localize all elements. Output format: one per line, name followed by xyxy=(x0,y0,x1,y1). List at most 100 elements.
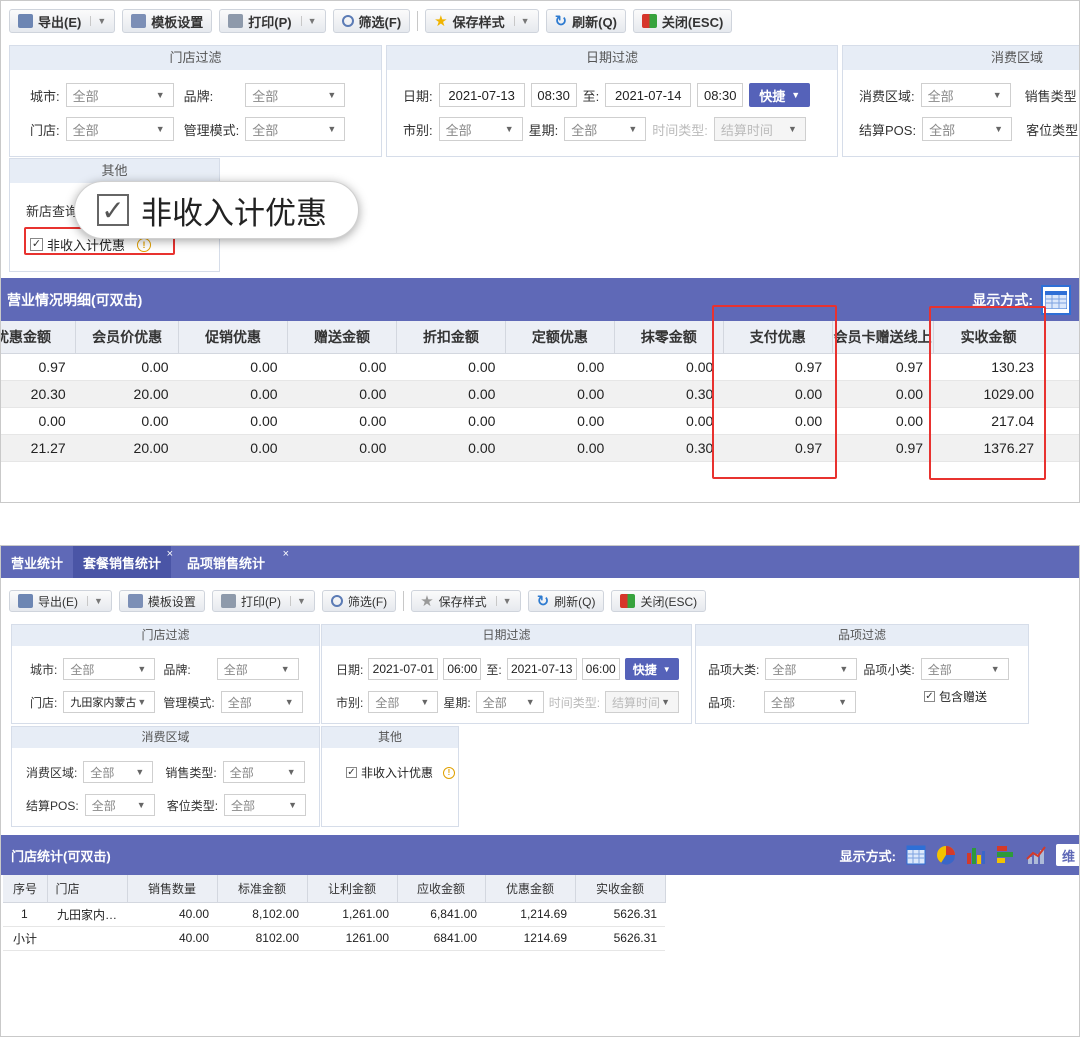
cell: 40.00 xyxy=(127,902,217,927)
time-from-input[interactable]: 06:00 xyxy=(443,658,482,680)
line-chart-icon[interactable] xyxy=(1026,845,1046,865)
consume-area-select[interactable]: 全部 ▼ xyxy=(83,761,154,783)
close-icon[interactable]: × xyxy=(283,548,289,560)
close-button[interactable]: 关闭(ESC) xyxy=(611,590,707,612)
time-to-input[interactable]: 06:00 xyxy=(581,658,620,680)
filter-button[interactable]: 筛选(F) xyxy=(321,590,397,612)
date-from-input[interactable]: 2021-07-13 xyxy=(438,83,525,107)
dimension-button[interactable]: 维 xyxy=(1055,844,1079,866)
column-header[interactable]: 会员卡赠送线上 xyxy=(832,321,934,354)
market-label: 市别: xyxy=(403,122,433,138)
export-button[interactable]: 导出(E) ▼ xyxy=(9,590,112,612)
chevron-down-icon[interactable]: ▼ xyxy=(87,596,103,606)
management-mode-select[interactable]: 全部 ▼ xyxy=(220,691,303,713)
column-header[interactable]: 优惠金额 xyxy=(485,875,576,903)
tab-item-sales-stats[interactable]: 品项销售统计 × xyxy=(177,546,289,578)
time-type-select[interactable]: 结算时间 ▼ xyxy=(605,691,680,713)
horizontal-bar-chart-icon[interactable] xyxy=(996,845,1016,865)
column-header[interactable]: 抹零金额 xyxy=(614,321,724,354)
column-header[interactable]: 让利金额 xyxy=(307,875,398,903)
table-row[interactable]: 20.30 20.00 0.00 0.00 0.00 0.00 0.30 0.00 0.00 10… xyxy=(1,380,1079,408)
cell: 0.00 xyxy=(75,407,179,435)
table-row[interactable]: 0.97 0.00 0.00 0.00 0.00 0.00 0.00 0.97 0.97 130.… xyxy=(1,353,1079,381)
bar-chart-icon[interactable] xyxy=(966,845,986,865)
filter-button[interactable]: 筛选(F) xyxy=(332,9,411,33)
column-header[interactable]: 门店 xyxy=(47,875,128,903)
item-category-select[interactable]: 全部 ▼ xyxy=(765,658,858,680)
quick-date-button[interactable]: 快捷 ▼ xyxy=(749,83,811,107)
non-income-discount-checkbox[interactable]: ✓ 非收入计优惠 xyxy=(346,764,433,781)
cell: 0.00 xyxy=(178,353,288,381)
weekday-select[interactable]: 全部 ▼ xyxy=(475,691,544,713)
chevron-down-icon[interactable]: ▼ xyxy=(495,596,512,606)
column-header[interactable]: 会员价优惠 xyxy=(75,321,180,354)
tab-bar: 营业统计 套餐销售统计 × 品项销售统计 × xyxy=(1,546,1079,578)
pie-chart-icon[interactable] xyxy=(936,845,956,865)
tab-package-sales-stats[interactable]: 套餐销售统计 × xyxy=(73,546,173,578)
seat-type-select[interactable]: 全部 ▼ xyxy=(224,794,307,816)
print-button[interactable]: 打印(P) ▼ xyxy=(211,590,315,612)
table-row[interactable]: 21.27 20.00 0.00 0.00 0.00 0.00 0.30 0.97 0.97 13… xyxy=(1,434,1079,462)
market-select[interactable]: 全部 ▼ xyxy=(438,117,523,141)
table-view-icon[interactable] xyxy=(906,845,926,865)
refresh-button[interactable]: ↻ 刷新(Q) xyxy=(527,590,605,612)
item-select[interactable]: 全部 ▼ xyxy=(764,691,856,713)
market-select[interactable]: 全部 ▼ xyxy=(368,691,439,713)
chevron-down-icon: ▼ xyxy=(525,697,535,707)
column-header[interactable]: 销售数量 xyxy=(127,875,218,903)
column-header[interactable]: 序号 xyxy=(3,875,48,903)
close-button[interactable]: 关闭(ESC) xyxy=(632,9,733,33)
column-header[interactable]: 应收金额 xyxy=(397,875,486,903)
consume-area-label: 消费区域: xyxy=(26,765,78,780)
include-gift-checkbox[interactable]: ✓ 包含赠送 xyxy=(924,688,987,705)
brand-select[interactable]: 全部 ▼ xyxy=(216,658,299,680)
subtotal-row[interactable]: 小计 40.00 8102.00 1261.00 6841.00 1214.69… xyxy=(3,926,665,951)
city-select[interactable]: 全部 ▼ xyxy=(63,658,156,680)
column-header[interactable]: 定额优惠 xyxy=(505,321,615,354)
consume-area-select[interactable]: 全部 ▼ xyxy=(920,83,1011,107)
template-settings-button[interactable]: 模板设置 xyxy=(122,9,213,33)
date-to-input[interactable]: 2021-07-14 xyxy=(605,83,692,107)
weekday-select[interactable]: 全部 ▼ xyxy=(564,117,647,141)
chevron-down-icon[interactable]: ▼ xyxy=(289,596,306,606)
store-select[interactable]: 九田家内蒙古 ▼ xyxy=(63,691,156,713)
template-settings-button[interactable]: 模板设置 xyxy=(118,590,205,612)
info-icon[interactable]: ! xyxy=(443,766,456,779)
cell: 21.27 xyxy=(1,434,76,462)
column-header[interactable]: 促销优惠 xyxy=(178,321,289,354)
chevron-down-icon[interactable]: ▼ xyxy=(300,16,317,26)
settle-pos-select[interactable]: 全部 ▼ xyxy=(922,117,1013,141)
column-header[interactable]: 标准金额 xyxy=(217,875,308,903)
print-button[interactable]: 打印(P) ▼ xyxy=(219,9,326,33)
store-select[interactable]: 全部 ▼ xyxy=(65,117,174,141)
refresh-button[interactable]: ↻ 刷新(Q) xyxy=(545,9,626,33)
column-header[interactable]: 实收金额 xyxy=(575,875,666,903)
tab-business-stats[interactable]: 营业统计 xyxy=(1,546,73,578)
printer-icon xyxy=(220,594,236,608)
save-style-button[interactable]: ★ 保存样式 ▼ xyxy=(425,9,539,33)
time-from-input[interactable]: 08:30 xyxy=(530,83,577,107)
management-mode-select[interactable]: 全部 ▼ xyxy=(245,117,346,141)
date-to-input[interactable]: 2021-07-13 xyxy=(506,658,577,680)
close-icon[interactable]: × xyxy=(167,548,173,560)
grid-header-bar: 门店统计(可双击) 显示方式: 维 xyxy=(1,835,1079,875)
chevron-down-icon[interactable]: ▼ xyxy=(513,16,530,26)
quick-date-button[interactable]: 快捷 ▼ xyxy=(624,658,679,680)
table-row[interactable]: 0.00 0.00 0.00 0.00 0.00 0.00 0.00 0.00 0.00 217.… xyxy=(1,407,1079,435)
column-header[interactable]: 折扣金额 xyxy=(396,321,506,354)
settle-pos-select[interactable]: 全部 ▼ xyxy=(84,794,155,816)
item-subcategory-select[interactable]: 全部 ▼ xyxy=(920,658,1009,680)
time-type-select[interactable]: 结算时间 ▼ xyxy=(713,117,806,141)
sale-type-select[interactable]: 全部 ▼ xyxy=(222,761,305,783)
table-row[interactable]: 1 九田家内… 40.00 8,102.00 1,261.00 6,841.00… xyxy=(3,902,665,927)
save-style-button[interactable]: ★ 保存样式 ▼ xyxy=(411,590,521,612)
date-from-input[interactable]: 2021-07-01 xyxy=(368,658,439,680)
brand-select[interactable]: 全部 ▼ xyxy=(245,83,346,107)
column-header[interactable]: 优惠金额 xyxy=(1,321,77,354)
export-button[interactable]: 导出(E) ▼ xyxy=(9,9,116,33)
column-header[interactable]: 赠送金额 xyxy=(287,321,397,354)
chevron-down-icon[interactable]: ▼ xyxy=(90,16,106,26)
time-to-input[interactable]: 08:30 xyxy=(697,83,744,107)
city-select[interactable]: 全部 ▼ xyxy=(65,83,174,107)
chevron-down-icon: ▼ xyxy=(288,800,298,810)
